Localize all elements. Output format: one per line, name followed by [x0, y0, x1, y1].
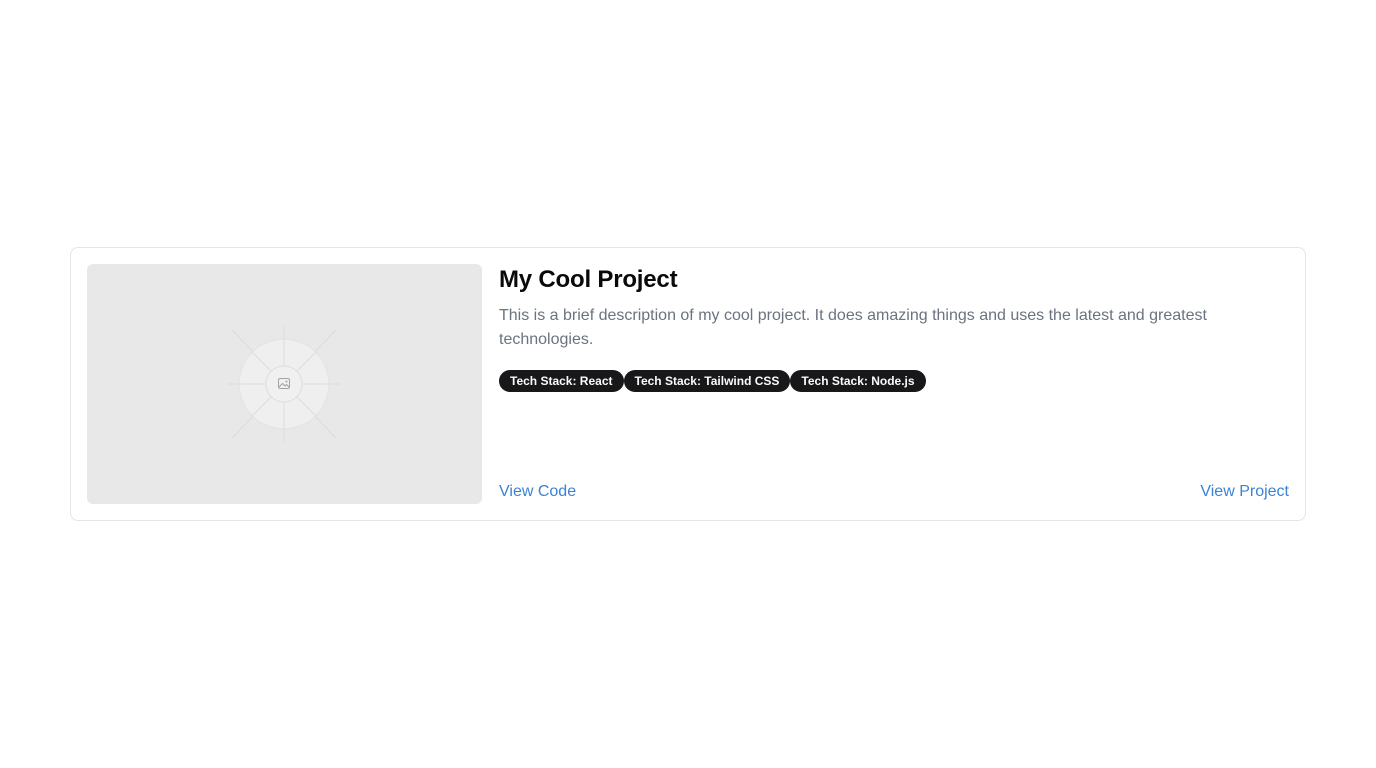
- tag-tailwind-css: Tech Stack: Tailwind CSS: [623, 370, 791, 392]
- project-image-placeholder: [87, 264, 482, 504]
- project-title: My Cool Project: [499, 266, 678, 293]
- project-links: View Code View Project: [499, 480, 1289, 504]
- project-description: This is a brief description of my cool p…: [499, 307, 1207, 348]
- tech-stack-tags: Tech Stack: React Tech Stack: Tailwind C…: [499, 370, 1289, 392]
- tag-nodejs: Tech Stack: Node.js: [790, 370, 926, 392]
- project-card: My Cool Project This is a brief descript…: [70, 247, 1306, 521]
- view-code-link[interactable]: View Code: [499, 480, 576, 504]
- tag-react: Tech Stack: React: [499, 370, 624, 392]
- view-project-link[interactable]: View Project: [1200, 480, 1289, 504]
- project-content: My Cool Project This is a brief descript…: [499, 264, 1289, 504]
- placeholder-graphic: [227, 326, 341, 442]
